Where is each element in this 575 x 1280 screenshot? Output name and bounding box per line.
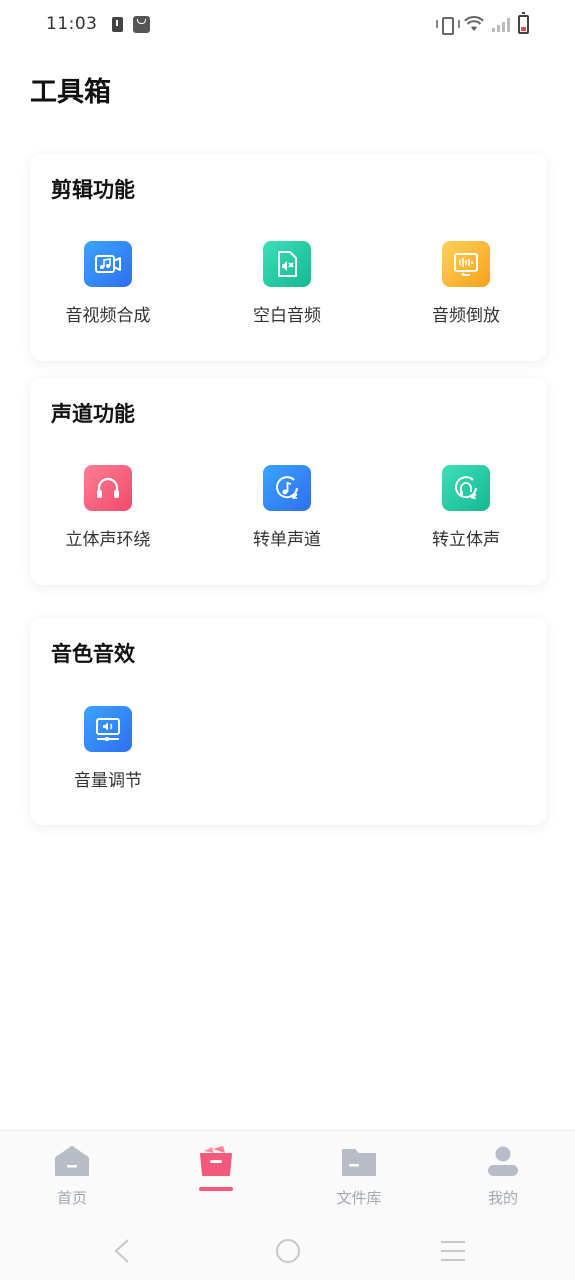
tab-home[interactable]: 首页 [22, 1145, 122, 1208]
section-card-editing: 剪辑功能 音视频合成 空白音频 音频倒放 [30, 154, 547, 361]
wifi-icon [464, 16, 484, 31]
tab-label: 首页 [56, 1189, 87, 1207]
tab-label: 文件库 [336, 1189, 382, 1207]
tab-label: 我的 [487, 1189, 518, 1207]
tab-file-library[interactable]: 文件库 [309, 1145, 409, 1208]
tool-to-mono[interactable]: 转单声道 [207, 465, 367, 550]
section-title: 音色音效 [51, 642, 135, 666]
tool-label: 空白音频 [253, 306, 321, 326]
section-title: 剪辑功能 [51, 178, 135, 202]
tool-label: 音视频合成 [65, 306, 151, 326]
status-bar: 11:03 [0, 0, 575, 48]
volume-adjust-icon [84, 706, 132, 752]
tool-label: 立体声环绕 [65, 530, 151, 550]
tool-to-stereo[interactable]: 转立体声 [386, 465, 546, 550]
signal-icon [492, 17, 510, 32]
tool-label: 音频倒放 [432, 306, 500, 326]
tool-audio-video-merge[interactable]: 音视频合成 [28, 241, 188, 326]
tool-audio-reverse[interactable]: 音频倒放 [386, 241, 546, 326]
vibrate-icon [436, 17, 460, 35]
shopping-bag-notification-icon [132, 15, 150, 33]
back-icon[interactable] [112, 1238, 132, 1264]
headphones-icon [84, 465, 132, 511]
menu-icon[interactable] [439, 1238, 467, 1264]
tool-label: 转立体声 [432, 530, 500, 550]
home-icon [55, 1146, 89, 1176]
alert-notification-icon [111, 16, 123, 32]
audio-reverse-icon [442, 241, 490, 287]
active-tab-indicator [199, 1187, 233, 1191]
video-audio-merge-icon [84, 241, 132, 287]
tool-volume-adjust[interactable]: 音量调节 [28, 706, 188, 791]
tool-blank-audio[interactable]: 空白音频 [207, 241, 367, 326]
tool-stereo-surround[interactable]: 立体声环绕 [28, 465, 188, 550]
section-card-sound-effects: 音色音效 音量调节 [30, 618, 547, 825]
section-title: 声道功能 [51, 402, 135, 426]
page-title: 工具箱 [30, 77, 111, 108]
folder-icon [342, 1149, 376, 1176]
tool-label: 转单声道 [253, 530, 321, 550]
mono-channel-icon [263, 465, 311, 511]
toolbox-icon [200, 1146, 232, 1176]
tool-label: 音量调节 [74, 771, 142, 791]
battery-icon [518, 11, 529, 34]
system-navigation-bar [0, 1220, 575, 1280]
home-circle-icon[interactable] [275, 1238, 301, 1264]
section-card-channel: 声道功能 立体声环绕 转单声道 转立体声 [30, 378, 547, 585]
status-time: 11:03 [46, 14, 98, 34]
tab-toolbox[interactable] [166, 1145, 266, 1191]
stereo-channel-icon [442, 465, 490, 511]
user-icon [488, 1146, 518, 1176]
tab-mine[interactable]: 我的 [453, 1145, 553, 1208]
bottom-tab-bar: 首页 文件库 我的 [0, 1130, 575, 1220]
mute-file-icon [263, 241, 311, 287]
